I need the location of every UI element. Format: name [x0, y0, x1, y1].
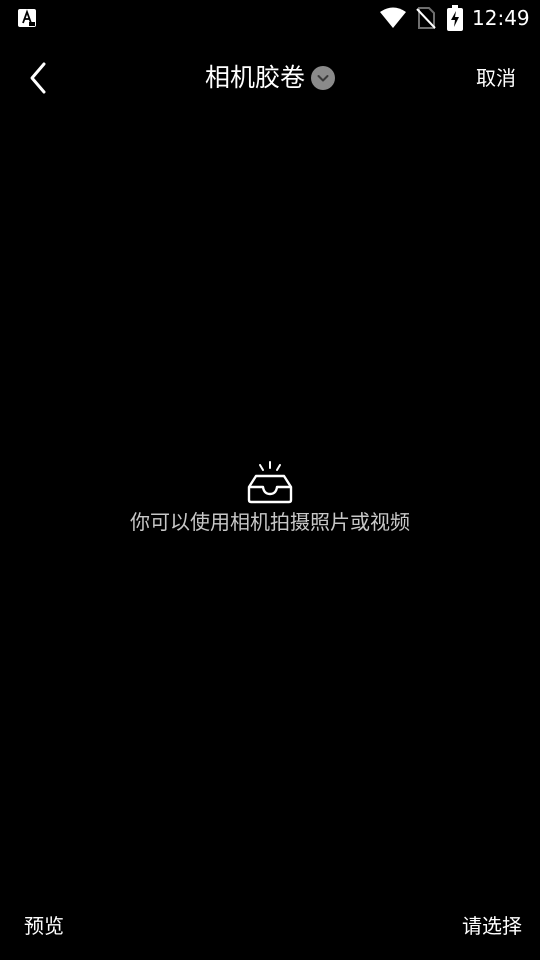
empty-inbox-icon — [247, 461, 293, 504]
no-sim-icon — [416, 7, 436, 29]
chevron-down-circle-icon — [311, 66, 335, 90]
font-a-icon — [18, 9, 36, 27]
album-selector[interactable]: 相机胶卷 — [0, 60, 540, 96]
status-time: 12:49 — [472, 6, 530, 30]
select-button[interactable]: 请选择 — [462, 912, 522, 940]
screen: 12:49 相机胶卷 取消 你可以使用相机拍摄照片或视频 预览 请选择 — [0, 0, 540, 960]
page-title: 相机胶卷 — [204, 63, 305, 92]
empty-state: 你可以使用相机拍摄照片或视频 — [0, 460, 540, 536]
preview-button[interactable]: 预览 — [24, 912, 64, 940]
empty-state-message: 你可以使用相机拍摄照片或视频 — [130, 510, 410, 534]
header-bar: 相机胶卷 取消 — [0, 44, 540, 112]
cancel-button[interactable]: 取消 — [476, 65, 516, 91]
battery-charging-icon — [447, 5, 463, 31]
status-bar: 12:49 — [0, 0, 540, 36]
wifi-icon — [380, 7, 406, 28]
